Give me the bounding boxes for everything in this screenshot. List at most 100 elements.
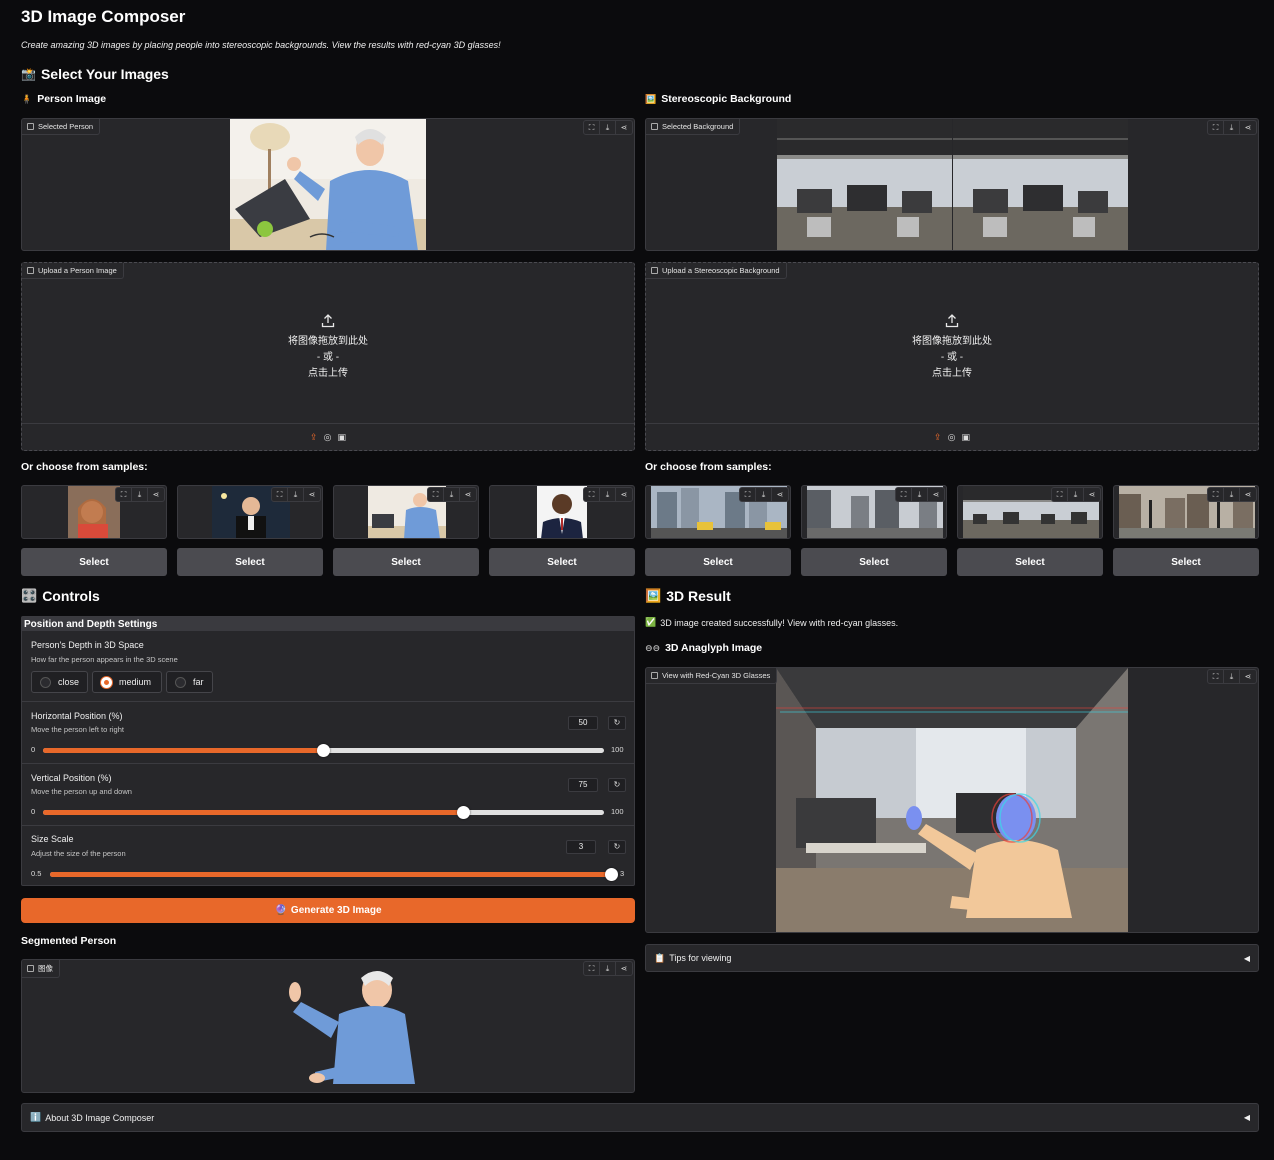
image-toolbar: ⛶ ⤓ ⋖ [1207,669,1257,684]
download-icon[interactable]: ⤓ [132,488,148,501]
about-accordion[interactable]: ℹ️ About 3D Image Composer ◀ [21,1103,1259,1132]
vertical-number-input[interactable]: 75 [568,778,598,792]
fullscreen-icon[interactable]: ⛶ [584,962,600,975]
person-sample-1[interactable]: ⛶ ⤓ ⋖ [21,485,167,539]
slider-handle[interactable] [317,744,330,757]
sample-thumbnail [68,486,120,538]
select-person-sample-2-button[interactable]: Select [177,548,323,576]
share-icon[interactable]: ⋖ [772,488,788,501]
share-icon[interactable]: ⋖ [1240,488,1256,501]
fullscreen-icon[interactable]: ⛶ [584,488,600,501]
upload-source-icon[interactable]: ⇪ [310,432,318,443]
download-icon[interactable]: ⤓ [600,488,616,501]
fullscreen-icon[interactable]: ⛶ [740,488,756,501]
horizontal-max: 100 [611,745,624,754]
share-icon[interactable]: ⋖ [304,488,320,501]
control-knobs-icon: 🎛️ [21,588,38,603]
share-icon[interactable]: ⋖ [616,962,632,975]
share-icon[interactable]: ⋖ [1240,121,1256,134]
image-tag: 图像 [22,960,60,978]
select-person-sample-3-button[interactable]: Select [333,548,479,576]
depth-option-medium[interactable]: medium [92,671,162,693]
upload-source-icon[interactable]: ⇪ [934,432,942,443]
fullscreen-icon[interactable]: ⛶ [272,488,288,501]
reset-icon[interactable]: ↻ [608,840,626,854]
select-background-sample-4-button[interactable]: Select [1113,548,1259,576]
share-icon[interactable]: ⋖ [928,488,944,501]
reset-icon[interactable]: ↻ [608,778,626,792]
person-sample-3[interactable]: ⛶ ⤓ ⋖ [333,485,479,539]
upload-prompt[interactable]: 将图像拖放到此处 - 或 - 点击上传 [646,309,1258,387]
clipboard-icon[interactable]: ▣ [961,432,970,443]
clipboard-icon[interactable]: ▣ [337,432,346,443]
fullscreen-icon[interactable]: ⛶ [1208,121,1224,134]
anaglyph-image [776,668,1128,932]
person-upload-dropzone[interactable]: Upload a Person Image 将图像拖放到此处 - 或 - 点击上… [21,262,635,451]
download-icon[interactable]: ⤓ [444,488,460,501]
depth-option-close[interactable]: close [31,671,88,693]
vertical-slider[interactable] [43,806,604,819]
select-background-sample-3-button[interactable]: Select [957,548,1103,576]
horizontal-number-input[interactable]: 50 [568,716,598,730]
select-person-sample-1-button[interactable]: Select [21,548,167,576]
slider-handle[interactable] [457,806,471,819]
share-icon[interactable]: ⋖ [616,121,632,134]
person-samples-label: Or choose from samples: [21,461,148,473]
size-info: Adjust the size of the person [31,849,126,858]
download-icon[interactable]: ⤓ [912,488,928,501]
download-icon[interactable]: ⤓ [1224,488,1240,501]
download-icon[interactable]: ⤓ [288,488,304,501]
reset-icon[interactable]: ↻ [608,716,626,730]
person-sample-2[interactable]: ⛶ ⤓ ⋖ [177,485,323,539]
background-upload-dropzone[interactable]: Upload a Stereoscopic Background 将图像拖放到此… [645,262,1259,451]
fullscreen-icon[interactable]: ⛶ [584,121,600,134]
crystal-ball-icon: 🔮 [274,905,287,916]
download-icon[interactable]: ⤓ [600,121,616,134]
depth-option-far[interactable]: far [166,671,213,693]
selected-person-panel: Selected Person ⛶ ⤓ ⋖ [21,118,635,251]
fullscreen-icon[interactable]: ⛶ [1208,488,1224,501]
select-person-sample-4-button[interactable]: Select [489,548,635,576]
background-sample-1[interactable]: ⛶ ⤓ ⋖ [645,485,791,539]
slider-handle[interactable] [604,868,618,881]
background-sample-3[interactable]: ⛶ ⤓ ⋖ [957,485,1103,539]
select-background-sample-2-button[interactable]: Select [801,548,947,576]
fullscreen-icon[interactable]: ⛶ [428,488,444,501]
background-sample-2[interactable]: ⛶ ⤓ ⋖ [801,485,947,539]
image-icon [651,672,658,679]
fullscreen-icon[interactable]: ⛶ [1052,488,1068,501]
fullscreen-icon[interactable]: ⛶ [896,488,912,501]
fullscreen-icon[interactable]: ⛶ [116,488,132,501]
background-samples-label: Or choose from samples: [645,461,772,473]
background-sample-4[interactable]: ⛶ ⤓ ⋖ [1113,485,1259,539]
share-icon[interactable]: ⋖ [1084,488,1100,501]
image-icon [27,965,34,972]
upload-prompt[interactable]: 将图像拖放到此处 - 或 - 点击上传 [22,309,634,387]
share-icon[interactable]: ⋖ [616,488,632,501]
size-number-input[interactable]: 3 [566,840,596,854]
share-icon[interactable]: ⋖ [1240,670,1256,683]
image-toolbar: ⛶ ⤓ ⋖ [583,120,633,135]
download-icon[interactable]: ⤓ [1224,121,1240,134]
select-background-sample-1-button[interactable]: Select [645,548,791,576]
status-message: ✅ 3D image created successfully! View wi… [645,617,899,628]
info-icon: ℹ️ [30,1112,42,1122]
tips-accordion[interactable]: 📋 Tips for viewing ◀ [645,944,1259,972]
horizontal-slider[interactable] [43,744,604,757]
sample-thumbnail [537,486,587,538]
download-icon[interactable]: ⤓ [600,962,616,975]
controls-heading: 🎛️ Controls [21,588,100,604]
download-icon[interactable]: ⤓ [1224,670,1240,683]
image-toolbar: ⛶ ⤓ ⋖ [271,487,321,502]
webcam-icon[interactable]: ◎ [324,432,332,443]
size-slider[interactable] [50,868,618,881]
share-icon[interactable]: ⋖ [148,488,164,501]
person-sample-4[interactable]: ⛶ ⤓ ⋖ [489,485,635,539]
webcam-icon[interactable]: ◎ [948,432,956,443]
image-toolbar: ⛶ ⤓ ⋖ [1207,487,1257,502]
fullscreen-icon[interactable]: ⛶ [1208,670,1224,683]
share-icon[interactable]: ⋖ [460,488,476,501]
download-icon[interactable]: ⤓ [1068,488,1084,501]
generate-3d-button[interactable]: 🔮 Generate 3D Image [21,898,635,923]
download-icon[interactable]: ⤓ [756,488,772,501]
